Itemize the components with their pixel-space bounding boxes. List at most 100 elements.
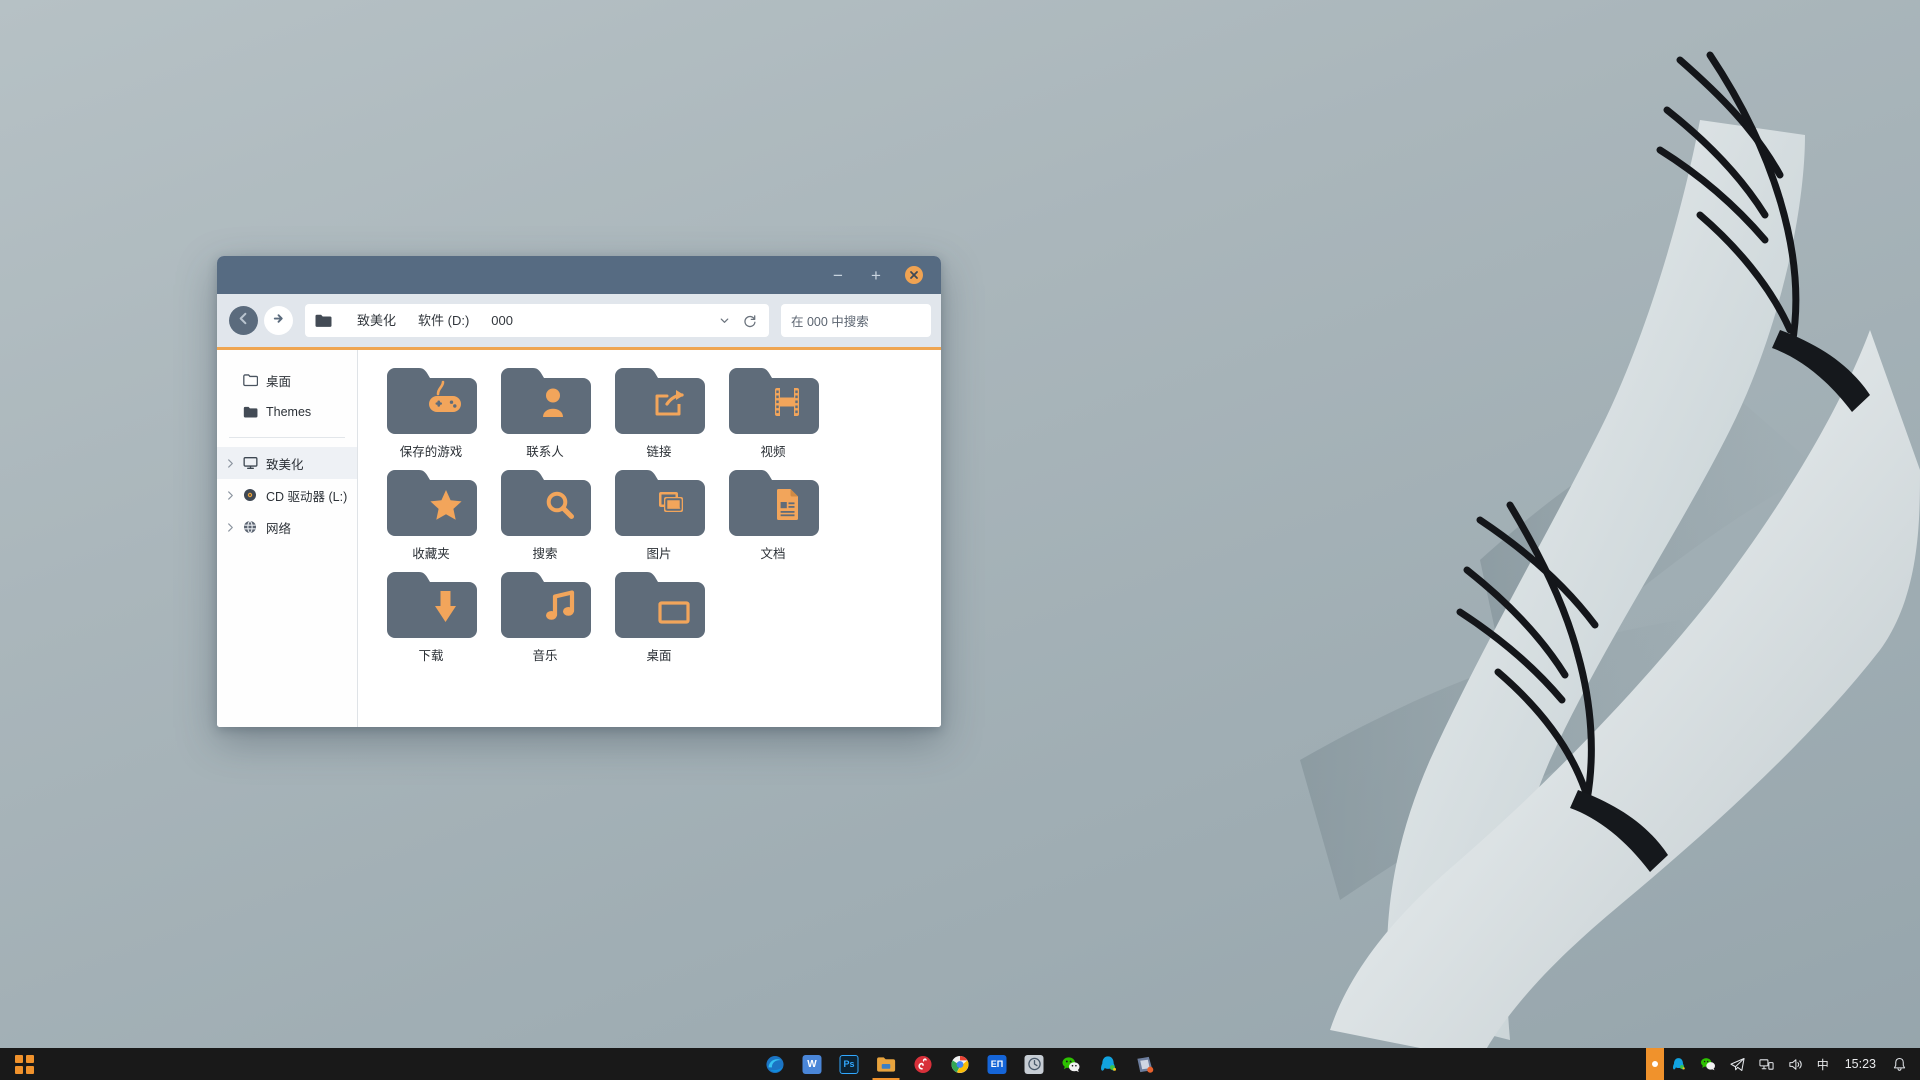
close-button[interactable] xyxy=(895,260,933,290)
sidebar-item-zhimeihua[interactable]: 致美化 xyxy=(217,447,357,479)
sidebar-item-desktop-quick[interactable]: 桌面 xyxy=(217,364,357,396)
taskbar-item-microsoft-edge[interactable] xyxy=(757,1048,794,1080)
file-item[interactable]: 下载 xyxy=(374,570,488,664)
taskbar-item-adobe-photoshop[interactable]: Ps xyxy=(831,1048,868,1080)
chrome-icon xyxy=(951,1055,970,1074)
file-item[interactable]: 桌面 xyxy=(602,570,716,664)
system-tray[interactable]: 中 15:23 xyxy=(1646,1048,1920,1080)
network-globe-icon xyxy=(239,520,261,534)
file-item[interactable]: 视频 xyxy=(716,366,830,460)
telegram-tray-icon[interactable] xyxy=(1723,1048,1752,1080)
navigation-toolbar[interactable]: 致美化 软件 (D:) 000 在 000 中搜索 xyxy=(217,294,941,350)
folder-thumbnail xyxy=(613,570,705,638)
refresh-icon[interactable] xyxy=(737,308,763,334)
file-item[interactable]: 图片 xyxy=(602,468,716,562)
search-input[interactable]: 在 000 中搜索 xyxy=(781,304,931,337)
wechat-tray-icon[interactable] xyxy=(1693,1048,1723,1080)
taskbar-item-wps-writer[interactable]: W xyxy=(794,1048,831,1080)
navigation-sidebar[interactable]: 桌面 Themes xyxy=(217,350,358,727)
folder-thumbnail xyxy=(727,366,819,434)
sidebar-item-cd-drive[interactable]: CD 驱动器 (L:) xyxy=(217,479,357,511)
chevron-right-icon[interactable] xyxy=(221,490,239,501)
file-explorer-icon xyxy=(877,1055,896,1074)
minimize-label: − xyxy=(833,267,843,284)
sidebar-item-label: 网络 xyxy=(261,518,291,537)
address-bar[interactable]: 致美化 软件 (D:) 000 xyxy=(305,304,769,337)
file-item[interactable]: 保存的游戏 xyxy=(374,366,488,460)
back-button[interactable] xyxy=(229,306,258,335)
taskbar-item-input-method[interactable]: ЕП xyxy=(979,1048,1016,1080)
minimize-button[interactable]: − xyxy=(819,260,857,290)
taskbar-item-google-chrome[interactable] xyxy=(942,1048,979,1080)
chevron-down-icon[interactable] xyxy=(711,308,737,334)
sidebar-item-themes[interactable]: Themes xyxy=(217,396,357,428)
photoshop-label: Ps xyxy=(843,1059,854,1069)
taskbar-app-list[interactable]: W Ps xyxy=(757,1048,1164,1080)
taskbar-item-netease-music[interactable] xyxy=(905,1048,942,1080)
breadcrumb-item-0[interactable]: 致美化 xyxy=(346,304,407,337)
file-grid[interactable]: 保存的游戏 联系人 xyxy=(358,350,941,727)
folder-outline-icon xyxy=(239,374,261,387)
volume-tray-icon[interactable] xyxy=(1781,1048,1810,1080)
file-label: 保存的游戏 xyxy=(400,441,463,460)
clock[interactable]: 15:23 xyxy=(1836,1057,1885,1071)
start-button[interactable] xyxy=(0,1048,48,1080)
film-icon xyxy=(775,388,799,416)
edge-icon xyxy=(766,1055,785,1074)
file-label: 音乐 xyxy=(532,645,557,664)
logo-square xyxy=(26,1055,34,1063)
folder-thumbnail xyxy=(499,468,591,536)
folder-icon xyxy=(315,314,332,328)
qq-tray-icon[interactable] xyxy=(1664,1048,1693,1080)
taskbar-item-clock-app[interactable] xyxy=(1016,1048,1053,1080)
file-item[interactable]: 联系人 xyxy=(488,366,602,460)
input-method-icon: ЕП xyxy=(988,1055,1007,1074)
monitor-icon xyxy=(239,456,261,470)
sidebar-item-label: CD 驱动器 (L:) xyxy=(261,486,347,505)
document-icon xyxy=(777,489,798,520)
breadcrumb-item-1[interactable]: 软件 (D:) xyxy=(407,304,480,337)
wallpaper-image xyxy=(1180,0,1920,1080)
folder-thumbnail xyxy=(385,570,477,638)
wechat-icon xyxy=(1062,1055,1081,1074)
file-label: 桌面 xyxy=(646,645,671,664)
file-label: 图片 xyxy=(646,543,671,562)
arrow-right-icon xyxy=(271,311,286,331)
taskbar-item-snipaste[interactable] xyxy=(1127,1048,1164,1080)
file-item[interactable]: 收藏夹 xyxy=(374,468,488,562)
file-label: 视频 xyxy=(760,441,785,460)
ime-indicator[interactable]: 中 xyxy=(1810,1048,1836,1080)
file-label: 收藏夹 xyxy=(412,543,450,562)
battery-orange-indicator[interactable] xyxy=(1646,1048,1664,1080)
sidebar-item-network[interactable]: 网络 xyxy=(217,511,357,543)
network-tray-icon[interactable] xyxy=(1752,1048,1781,1080)
taskbar-item-file-explorer[interactable] xyxy=(868,1048,905,1080)
file-item[interactable]: 搜索 xyxy=(488,468,602,562)
taskbar-item-wechat[interactable] xyxy=(1053,1048,1090,1080)
taskbar-item-qq[interactable] xyxy=(1090,1048,1127,1080)
sidebar-separator xyxy=(229,437,345,438)
file-item[interactable]: 链接 xyxy=(602,366,716,460)
chevron-right-icon[interactable] xyxy=(221,522,239,533)
folder-thumbnail xyxy=(499,570,591,638)
window-titlebar[interactable]: − + xyxy=(217,256,941,294)
folder-thumbnail xyxy=(727,468,819,536)
clock-app-icon xyxy=(1025,1055,1044,1074)
folder-thumbnail xyxy=(499,366,591,434)
sidebar-item-label: 桌面 xyxy=(261,371,291,390)
folder-thumbnail xyxy=(613,468,705,536)
file-item[interactable]: 音乐 xyxy=(488,570,602,664)
taskbar[interactable]: W Ps xyxy=(0,1048,1920,1080)
forward-button[interactable] xyxy=(264,306,293,335)
breadcrumb-item-2[interactable]: 000 xyxy=(480,304,524,337)
maximize-button[interactable]: + xyxy=(857,260,895,290)
window-body: 桌面 Themes xyxy=(217,350,941,727)
input-method-label: ЕП xyxy=(991,1059,1003,1069)
desktop[interactable]: − + xyxy=(0,0,1920,1080)
close-icon xyxy=(905,266,923,284)
file-explorer-window[interactable]: − + xyxy=(217,256,941,727)
chevron-right-icon[interactable] xyxy=(221,458,239,469)
bell-icon[interactable] xyxy=(1885,1048,1920,1080)
netease-music-icon xyxy=(914,1055,933,1074)
file-item[interactable]: 文档 xyxy=(716,468,830,562)
